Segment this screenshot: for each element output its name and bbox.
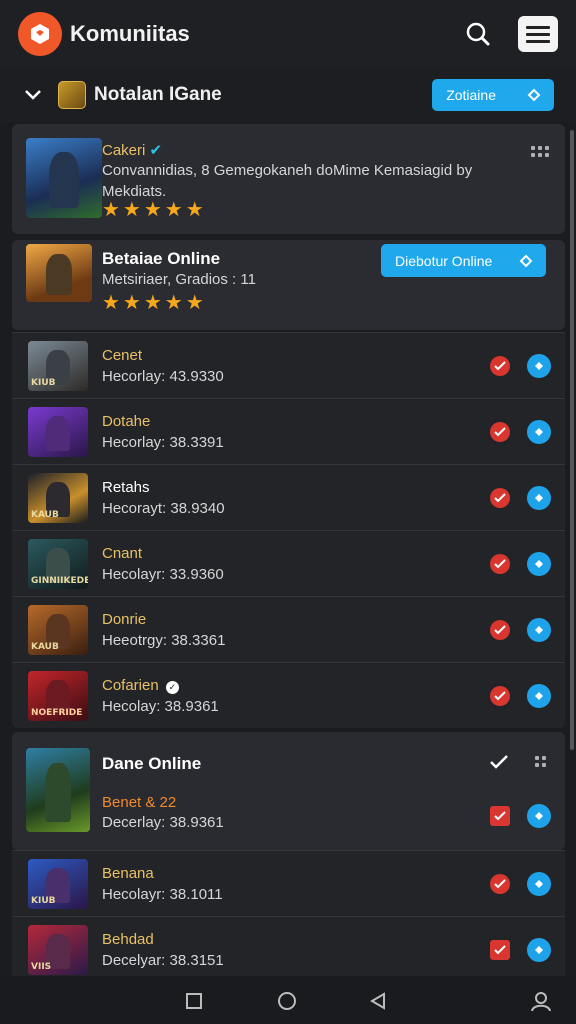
game-name: Benana [102, 865, 154, 882]
like-icon[interactable] [527, 420, 551, 444]
game-name: Dotahe [102, 413, 151, 430]
app-bar: Komuniitas [0, 0, 576, 68]
group-action-label: Zotiaine [446, 87, 496, 103]
profile-icon[interactable] [528, 988, 554, 1014]
app-title: Komuniitas [70, 21, 190, 46]
group-header: Notalan IGane Zotiaine [0, 68, 576, 122]
game-detail: Hecolayr: 38.1011 [102, 886, 223, 903]
group-title: Notalan IGane [94, 84, 222, 105]
check-icon[interactable] [490, 806, 510, 826]
check-icon[interactable] [490, 874, 510, 894]
check-icon[interactable] [490, 940, 510, 960]
game-thumbnail: KIUB [28, 859, 88, 909]
game-name: Cakeri ✔ [102, 142, 163, 159]
game-detail: Hecolay: 38.9361 [102, 698, 219, 715]
game-detail: Hecorayt: 38.9340 [102, 500, 225, 517]
list-item[interactable]: KIUB Benana Hecolayr: 38.1011 [12, 850, 565, 916]
like-icon[interactable] [527, 354, 551, 378]
list-item[interactable]: KAUB Retahs Hecorayt: 38.9340 [12, 464, 565, 530]
back-icon[interactable] [365, 988, 391, 1014]
game-thumbnail [26, 748, 90, 832]
list-item[interactable]: VIIS Behdad Decelyar: 38.3151 [12, 916, 565, 976]
like-icon[interactable] [527, 486, 551, 510]
game-name: Benet & 22 [102, 794, 177, 811]
like-icon[interactable] [527, 618, 551, 642]
check-icon[interactable] [490, 686, 510, 706]
game-thumbnail [28, 407, 88, 457]
game-detail: Heeotrgy: 38.3361 [102, 632, 226, 649]
check-icon[interactable] [490, 554, 510, 574]
game-detail: Decerlay: 38.9361 [102, 814, 224, 831]
badge-icon: ✓ [165, 681, 179, 694]
search-icon[interactable] [460, 16, 496, 52]
game-detail: Hecorlay: 43.9330 [102, 368, 224, 385]
sync-icon [518, 253, 534, 269]
rating-stars: ★★★★★ [102, 292, 207, 314]
check-icon[interactable] [490, 422, 510, 442]
menu-button[interactable] [518, 16, 558, 52]
more-options-icon[interactable] [535, 756, 546, 767]
like-icon[interactable] [527, 938, 551, 962]
list-item[interactable]: NOEFRIDE Cofarien ✓ Hecolay: 38.9361 [12, 662, 565, 728]
like-icon[interactable] [527, 804, 551, 828]
game-detail: Decelyar: 38.3151 [102, 952, 224, 969]
game-name: Cnant [102, 545, 143, 562]
app-logo-icon [18, 12, 62, 56]
game-name: Cofarien ✓ [102, 677, 179, 694]
game-thumbnail: KIUB [28, 341, 88, 391]
list-item[interactable]: KIUB Cenet Hecorlay: 43.9330 [12, 332, 565, 398]
game-thumbnail [26, 244, 92, 302]
chevron-down-icon[interactable] [22, 84, 44, 106]
hamburger-icon [526, 26, 550, 43]
featured-card[interactable]: Cakeri ✔ Convannidias, 8 Gemegokaneh doM… [12, 124, 565, 234]
more-options-icon[interactable] [531, 146, 549, 157]
game-description: Metsiriaer, Gradios : 11 [102, 271, 256, 288]
game-thumbnail: NOEFRIDE [28, 671, 88, 721]
verified-icon: ✔ [149, 142, 163, 159]
check-icon[interactable] [490, 356, 510, 376]
group-card-title: Dane Online [102, 754, 202, 773]
game-name: Retahs [102, 479, 150, 496]
game-thumbnail: GINNIIKEDE [28, 539, 88, 589]
check-icon[interactable] [490, 620, 510, 640]
game-thumbnail: KAUB [28, 605, 88, 655]
check-icon[interactable] [490, 488, 510, 508]
sync-icon [526, 87, 542, 103]
home-icon[interactable] [274, 988, 300, 1014]
featured-card[interactable]: Betaiae Online Metsiriaer, Gradios : 11 … [12, 240, 565, 330]
game-thumbnail: VIIS [28, 925, 88, 975]
like-icon[interactable] [527, 684, 551, 708]
game-name: Behdad [102, 931, 154, 948]
list-item[interactable]: KAUB Donrie Heeotrgy: 38.3361 [12, 596, 565, 662]
checkmark-icon[interactable] [489, 754, 509, 775]
rating-stars: ★★★★★ [102, 199, 207, 221]
game-description: Convannidias, 8 Gemegokaneh doMime Kemas… [102, 162, 473, 200]
group-avatar [58, 81, 86, 109]
system-nav-bar [0, 978, 576, 1024]
like-icon[interactable] [527, 552, 551, 576]
recents-icon[interactable] [181, 988, 207, 1014]
game-name: Donrie [102, 611, 147, 628]
online-button-label: Diebotur Online [395, 252, 493, 269]
game-name: Betaiae Online [102, 249, 221, 268]
game-thumbnail: KAUB [28, 473, 88, 523]
game-detail: Hecorlay: 38.3391 [102, 434, 224, 451]
list-item[interactable]: Dotahe Hecorlay: 38.3391 [12, 398, 565, 464]
like-icon[interactable] [527, 872, 551, 896]
game-list[interactable]: Cakeri ✔ Convannidias, 8 Gemegokaneh doM… [12, 124, 565, 976]
game-thumbnail [26, 138, 102, 218]
game-detail: Hecolayr: 33.9360 [102, 566, 224, 583]
list-item[interactable]: GINNIIKEDE Cnant Hecolayr: 33.9360 [12, 530, 565, 596]
group-card[interactable]: Dane Online Benet & 22 Decerlay: 38.9361 [12, 732, 565, 850]
online-button[interactable]: Diebotur Online [381, 244, 547, 277]
game-name: Cenet [102, 347, 143, 364]
group-action-button[interactable]: Zotiaine [432, 79, 554, 111]
scrollbar[interactable] [570, 130, 574, 750]
